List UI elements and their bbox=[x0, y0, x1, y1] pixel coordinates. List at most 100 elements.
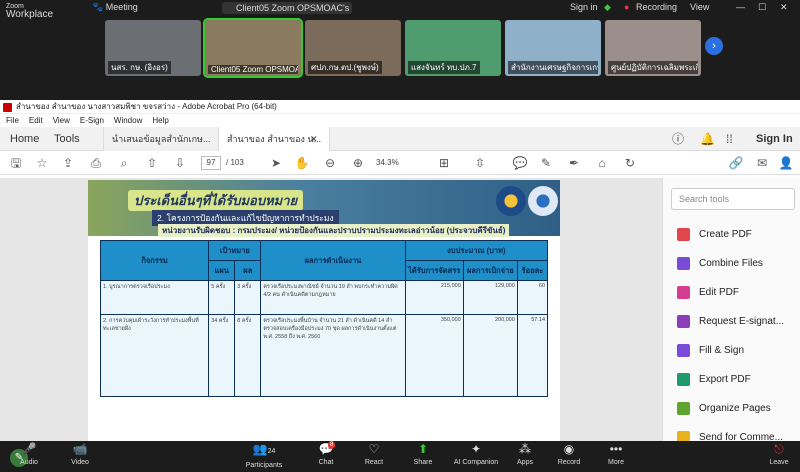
zoom-top-bar: Zoom Workplace 🐾 Meeting Client05 Zoom OP… bbox=[0, 0, 800, 100]
leave-button[interactable]: ⎋ Leave bbox=[766, 441, 792, 471]
menu-item-window[interactable]: Window bbox=[114, 116, 142, 125]
cell-result: 8 ครั้ง bbox=[234, 314, 262, 397]
scroll-mode-icon[interactable]: ⇳ bbox=[472, 155, 488, 171]
cell-outcome: ตรวจเรือประมงพาณิชย์ จำนวน 19 ลำ พบกระทำ… bbox=[260, 280, 406, 315]
apps-grid-icon[interactable]: ⁞⁞ bbox=[726, 127, 733, 151]
zoom-control-bar: ✎ 🎤 Audio 📹 Video 👥24 Participants 💬 8 Chat ♡… bbox=[0, 441, 800, 471]
mail-icon[interactable]: ✉ bbox=[754, 155, 770, 171]
zoom-in-icon[interactable]: ⊕ bbox=[350, 155, 366, 171]
video-label: Video bbox=[71, 459, 89, 466]
tools-pane: Search tools Create PDF Combine Files Edit… bbox=[662, 178, 800, 444]
minimize-icon[interactable]: — bbox=[736, 2, 745, 12]
share-button[interactable]: ⬆ Share bbox=[409, 441, 437, 471]
account-icon[interactable]: 👤 bbox=[778, 155, 794, 171]
react-label: React bbox=[364, 459, 384, 466]
tab-home[interactable]: Home bbox=[10, 127, 39, 151]
select-cursor-icon[interactable]: ➤ bbox=[268, 155, 284, 171]
menu-item-help[interactable]: Help bbox=[152, 116, 168, 125]
text-icon[interactable]: ⌂ bbox=[594, 155, 610, 171]
ai-companion-button[interactable]: ✦ AI Companion bbox=[452, 441, 500, 471]
video-button[interactable]: 📹 Video bbox=[66, 441, 94, 471]
audio-button[interactable]: 🎤 Audio bbox=[16, 441, 42, 471]
hand-icon[interactable]: ✋ bbox=[294, 155, 310, 171]
upload-icon[interactable]: ⇪ bbox=[60, 155, 76, 171]
more-label: More bbox=[608, 459, 624, 466]
page-down-icon[interactable]: ⇩ bbox=[172, 155, 188, 171]
page-fit-icon[interactable]: ⊞ bbox=[436, 155, 452, 171]
draw-icon[interactable]: ✒ bbox=[566, 155, 582, 171]
cell-allocated: 350,000 bbox=[404, 314, 464, 397]
participant-tile[interactable]: สำนักงานเศรษฐกิจการเกษตร bbox=[505, 20, 601, 76]
tab-document-1[interactable]: นำเสนอข้อมูลสำนักเกษ... bbox=[103, 127, 220, 151]
participant-name: Client05 Zoom OPSMOAC bbox=[208, 65, 298, 74]
share-screen-indicator[interactable]: Client05 Zoom OPSMOAC's scre bbox=[222, 2, 352, 25]
th-percent: ร้อยละ bbox=[516, 260, 549, 281]
leave-icon: ⎋ bbox=[774, 442, 784, 456]
page-up-icon[interactable]: ⇧ bbox=[144, 155, 160, 171]
document-viewer[interactable]: ประเด็นอื่นๆที่ได้รับมอบหมาย 2. โครงการป… bbox=[0, 178, 662, 453]
record-label: Record bbox=[557, 459, 581, 466]
page-total: / 103 bbox=[226, 158, 244, 167]
tab-tools[interactable]: Tools bbox=[54, 127, 80, 151]
page-number-input[interactable]: 97 bbox=[201, 156, 221, 170]
cell-plan: 5 ครั้ง bbox=[208, 280, 236, 315]
highlight-icon[interactable]: ✎ bbox=[538, 155, 554, 171]
zoom-level[interactable]: 34.3% bbox=[376, 156, 422, 170]
print-icon[interactable]: ⎙ bbox=[88, 155, 104, 171]
close-tab-icon[interactable]: ✕ bbox=[310, 127, 318, 151]
comment-icon[interactable]: 💬 bbox=[512, 155, 528, 171]
maximize-icon[interactable]: ☐ bbox=[758, 2, 766, 13]
react-button[interactable]: ♡ React bbox=[360, 441, 388, 471]
tool-icon bbox=[677, 286, 690, 299]
tool-label: Export PDF bbox=[699, 374, 751, 385]
participants-button[interactable]: 👥24 Participants bbox=[244, 441, 284, 471]
help-icon[interactable]: ⓘ bbox=[672, 127, 684, 151]
rotate-icon[interactable]: ↻ bbox=[622, 155, 638, 171]
menu-item-view[interactable]: View bbox=[53, 116, 70, 125]
apps-button[interactable]: ⁂ Apps bbox=[512, 441, 538, 471]
meeting-menu[interactable]: 🐾 Meeting bbox=[92, 2, 138, 13]
bell-icon[interactable]: 🔔 bbox=[700, 127, 715, 151]
tool-label: Combine Files bbox=[699, 258, 763, 269]
save-icon[interactable]: 🖫 bbox=[8, 155, 24, 171]
zoom-sign-in[interactable]: Sign in bbox=[570, 2, 598, 12]
next-page-button[interactable]: › bbox=[705, 37, 723, 55]
more-button[interactable]: ••• More bbox=[604, 441, 628, 471]
menu-bar: File Edit View E-Sign Window Help bbox=[0, 114, 800, 127]
more-icon: ••• bbox=[609, 442, 623, 456]
participant-tile[interactable]: Client05 Zoom OPSMOAC bbox=[203, 18, 303, 78]
search-tools-input[interactable]: Search tools bbox=[671, 188, 795, 210]
tool-label: Create PDF bbox=[699, 229, 752, 240]
th-target: เป้าหมาย bbox=[208, 240, 262, 261]
close-icon[interactable]: ✕ bbox=[780, 2, 788, 13]
banner-unit: หน่วยงานรับผิดชอบ : กรมประมง/ หน่วยป้องก… bbox=[158, 224, 510, 237]
participant-tile[interactable]: นสร. กษ. (อิงอร) bbox=[105, 20, 201, 76]
th-outcome: ผลการดำเนินงาน bbox=[260, 240, 406, 281]
menu-item-edit[interactable]: Edit bbox=[29, 116, 43, 125]
recording-label[interactable]: Recording bbox=[636, 2, 677, 12]
heart-icon: ♡ bbox=[368, 442, 380, 456]
link-icon[interactable]: 🔗 bbox=[728, 155, 744, 171]
record-button[interactable]: ◉ Record bbox=[556, 441, 582, 471]
chat-label: Chat bbox=[318, 459, 334, 466]
menu-item-file[interactable]: File bbox=[6, 116, 19, 125]
cell-outcome: ตรวจเรือประมงพื้นบ้าน จำนวน 21 ลำ ดำเนิน… bbox=[260, 314, 406, 397]
star-icon[interactable]: ☆ bbox=[34, 155, 50, 171]
menu-item-esign[interactable]: E-Sign bbox=[80, 116, 104, 125]
view-menu[interactable]: View bbox=[690, 2, 709, 12]
sign-in-button[interactable]: Sign In bbox=[756, 127, 793, 151]
chat-button[interactable]: 💬 8 Chat bbox=[312, 441, 340, 471]
share-label: Share bbox=[413, 459, 433, 466]
cell-activity: 1. บูรณาการตรวจเรือประมง bbox=[99, 280, 210, 315]
zoom-brand-name: Workplace bbox=[6, 9, 54, 20]
seal-logo-right bbox=[528, 186, 558, 216]
zoom-out-icon[interactable]: ⊖ bbox=[322, 155, 338, 171]
share-icon: ⬆ bbox=[417, 442, 429, 456]
search-icon[interactable]: ⌕ bbox=[116, 155, 132, 171]
th-plan: แผน bbox=[208, 260, 236, 281]
participant-tile[interactable]: แสงจันทร์ ทบ.ปภ.7 bbox=[405, 20, 501, 76]
participant-name: สำนักงานเศรษฐกิจการเกษตร bbox=[508, 61, 598, 74]
participants-count: 24 bbox=[267, 448, 276, 455]
participant-tile[interactable]: ศปภ.กษ.ตป.(ชูพงษ์) bbox=[305, 20, 401, 76]
participant-tile[interactable]: ศูนย์ปฏิบัติการเฉลิมพระเกียรติ bbox=[605, 20, 701, 76]
